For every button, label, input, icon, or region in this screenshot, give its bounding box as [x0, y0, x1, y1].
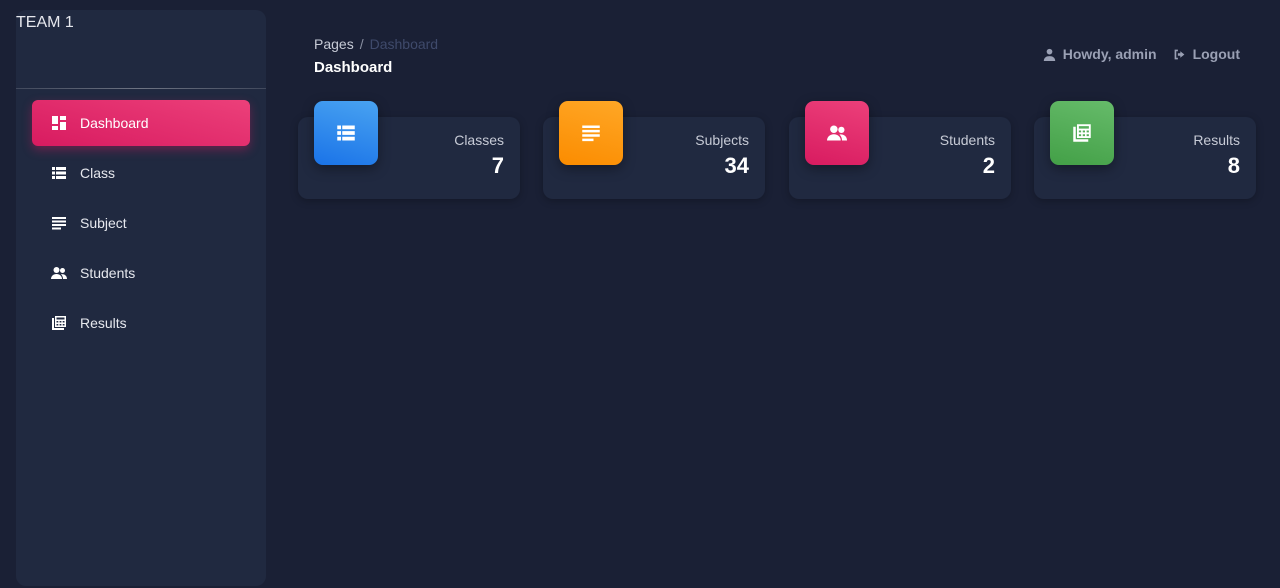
top-actions: Howdy, admin Logout	[1043, 46, 1240, 62]
logout-label: Logout	[1192, 46, 1240, 62]
stat-label: Results	[1193, 132, 1240, 148]
sidebar-divider	[16, 88, 266, 89]
stat-label: Subjects	[695, 132, 749, 148]
sidebar: TEAM 1 Dashboard Class Subject Students	[16, 10, 266, 586]
logout-button[interactable]: Logout	[1173, 46, 1240, 62]
stat-value: 8	[1227, 153, 1240, 178]
sidebar-item-dashboard[interactable]: Dashboard	[32, 100, 250, 146]
greeting-text: Howdy, admin	[1062, 46, 1157, 62]
users-icon	[50, 264, 68, 282]
sidebar-item-label: Class	[80, 165, 116, 181]
stat-card-students[interactable]: Students 2	[789, 101, 1011, 199]
brand-title[interactable]: TEAM 1	[16, 14, 74, 32]
calculator-icon	[50, 314, 68, 332]
sidebar-item-students[interactable]: Students	[32, 250, 250, 296]
list-icon	[50, 164, 68, 182]
stat-card-results[interactable]: Results 8	[1034, 101, 1256, 199]
calculator-icon	[1050, 101, 1114, 165]
list-icon	[314, 101, 378, 165]
stat-value: 34	[724, 153, 749, 178]
breadcrumb-current: Dashboard	[369, 36, 439, 52]
lines-icon	[50, 214, 68, 232]
sidebar-item-label: Subject	[80, 215, 127, 231]
breadcrumb: Pages / Dashboard	[314, 36, 438, 52]
stat-label: Classes	[454, 132, 504, 148]
user-icon	[1043, 48, 1055, 61]
stat-value: 2	[982, 153, 995, 178]
user-menu[interactable]: Howdy, admin	[1043, 46, 1157, 62]
sidebar-nav: Dashboard Class Subject Students Results	[32, 100, 250, 350]
sidebar-item-class[interactable]: Class	[32, 150, 250, 196]
sidebar-item-results[interactable]: Results	[32, 300, 250, 346]
sidebar-item-label: Dashboard	[80, 115, 149, 131]
dashboard-icon	[50, 114, 68, 132]
breadcrumb-root[interactable]: Pages	[314, 36, 354, 52]
sidebar-item-label: Students	[80, 265, 136, 281]
users-icon	[805, 101, 869, 165]
sidebar-item-subject[interactable]: Subject	[32, 200, 250, 246]
breadcrumb-separator: /	[359, 36, 364, 52]
page-title: Dashboard	[314, 59, 393, 76]
lines-icon	[559, 101, 623, 165]
stat-card-classes[interactable]: Classes 7	[298, 101, 520, 199]
stat-card-subjects[interactable]: Subjects 34	[543, 101, 765, 199]
sidebar-item-label: Results	[80, 315, 127, 331]
stat-value: 7	[491, 153, 504, 178]
logout-icon	[1174, 49, 1184, 59]
stat-label: Students	[939, 132, 995, 148]
